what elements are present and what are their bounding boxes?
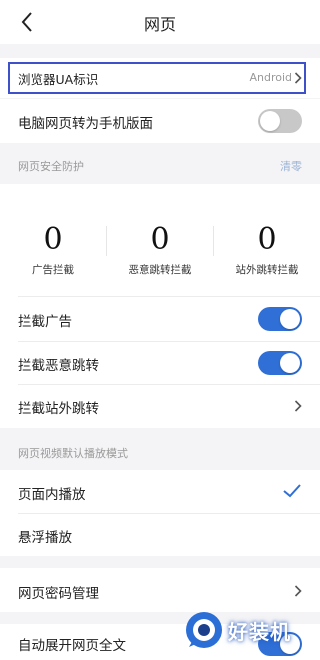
clear-stats-button[interactable]: 清零 bbox=[280, 158, 302, 174]
toggle-knob bbox=[280, 353, 300, 373]
ua-highlight-frame bbox=[8, 62, 306, 94]
divider bbox=[18, 513, 320, 514]
desktop-to-mobile-row: 电脑网页转为手机版面 bbox=[0, 99, 320, 143]
video-section-header: 网页视频默认播放模式 bbox=[0, 428, 320, 470]
stat-label: 站外跳转拦截 bbox=[235, 264, 299, 276]
block-ads-row: 拦截广告 bbox=[0, 296, 320, 341]
toggle-knob bbox=[260, 111, 280, 131]
stat-offsite-redirect-block: 0 站外跳转拦截 bbox=[214, 184, 320, 296]
video-option-label: 页面内播放 bbox=[18, 487, 86, 503]
video-option-inline[interactable]: 页面内播放 bbox=[0, 470, 320, 513]
block-malicious-redirect-label: 拦截恶意跳转 bbox=[18, 358, 99, 374]
stat-value: 0 bbox=[43, 222, 63, 257]
block-stats-panel: 0 广告拦截 0 恶意跳转拦截 0 站外跳转拦截 bbox=[0, 184, 320, 296]
toggle-knob bbox=[280, 309, 300, 329]
chevron-right-icon bbox=[294, 585, 302, 597]
block-malicious-redirect-row: 拦截恶意跳转 bbox=[0, 341, 320, 384]
security-section-label: 网页安全防护 bbox=[18, 160, 84, 173]
block-ads-toggle[interactable] bbox=[258, 307, 302, 331]
password-management-row[interactable]: 网页密码管理 bbox=[0, 568, 320, 612]
page-title: 网页 bbox=[143, 15, 176, 34]
desktop-to-mobile-toggle[interactable] bbox=[258, 109, 302, 133]
stat-label: 广告拦截 bbox=[32, 264, 74, 276]
site-watermark: 好装机 bbox=[180, 608, 320, 660]
block-ads-label: 拦截广告 bbox=[18, 314, 72, 330]
divider bbox=[18, 296, 320, 297]
desktop-to-mobile-label: 电脑网页转为手机版面 bbox=[18, 116, 153, 132]
stat-value: 0 bbox=[257, 222, 277, 257]
video-section-label: 网页视频默认播放模式 bbox=[18, 447, 128, 460]
watermark-text: 好装机 bbox=[228, 620, 291, 644]
divider bbox=[18, 384, 320, 385]
block-offsite-redirect-row[interactable]: 拦截站外跳转 bbox=[0, 384, 320, 428]
top-bar: 网页 bbox=[0, 0, 320, 44]
stat-malicious-redirect-block: 0 恶意跳转拦截 bbox=[107, 184, 213, 296]
stat-ad-block: 0 广告拦截 bbox=[0, 184, 106, 296]
video-option-floating[interactable]: 悬浮播放 bbox=[0, 513, 320, 556]
password-management-label: 网页密码管理 bbox=[18, 586, 99, 602]
stat-label: 恶意跳转拦截 bbox=[128, 264, 192, 276]
chevron-right-icon bbox=[294, 400, 302, 412]
stat-value: 0 bbox=[150, 222, 170, 257]
video-option-label: 悬浮播放 bbox=[18, 530, 72, 546]
security-section-header: 网页安全防护 清零 bbox=[0, 143, 320, 184]
watermark-logo-icon bbox=[186, 612, 222, 648]
block-offsite-redirect-label: 拦截站外跳转 bbox=[18, 401, 99, 417]
checkmark-icon bbox=[283, 484, 301, 498]
divider bbox=[18, 341, 320, 342]
block-malicious-redirect-toggle[interactable] bbox=[258, 351, 302, 375]
auto-expand-label: 自动展开网页全文 bbox=[18, 638, 126, 654]
